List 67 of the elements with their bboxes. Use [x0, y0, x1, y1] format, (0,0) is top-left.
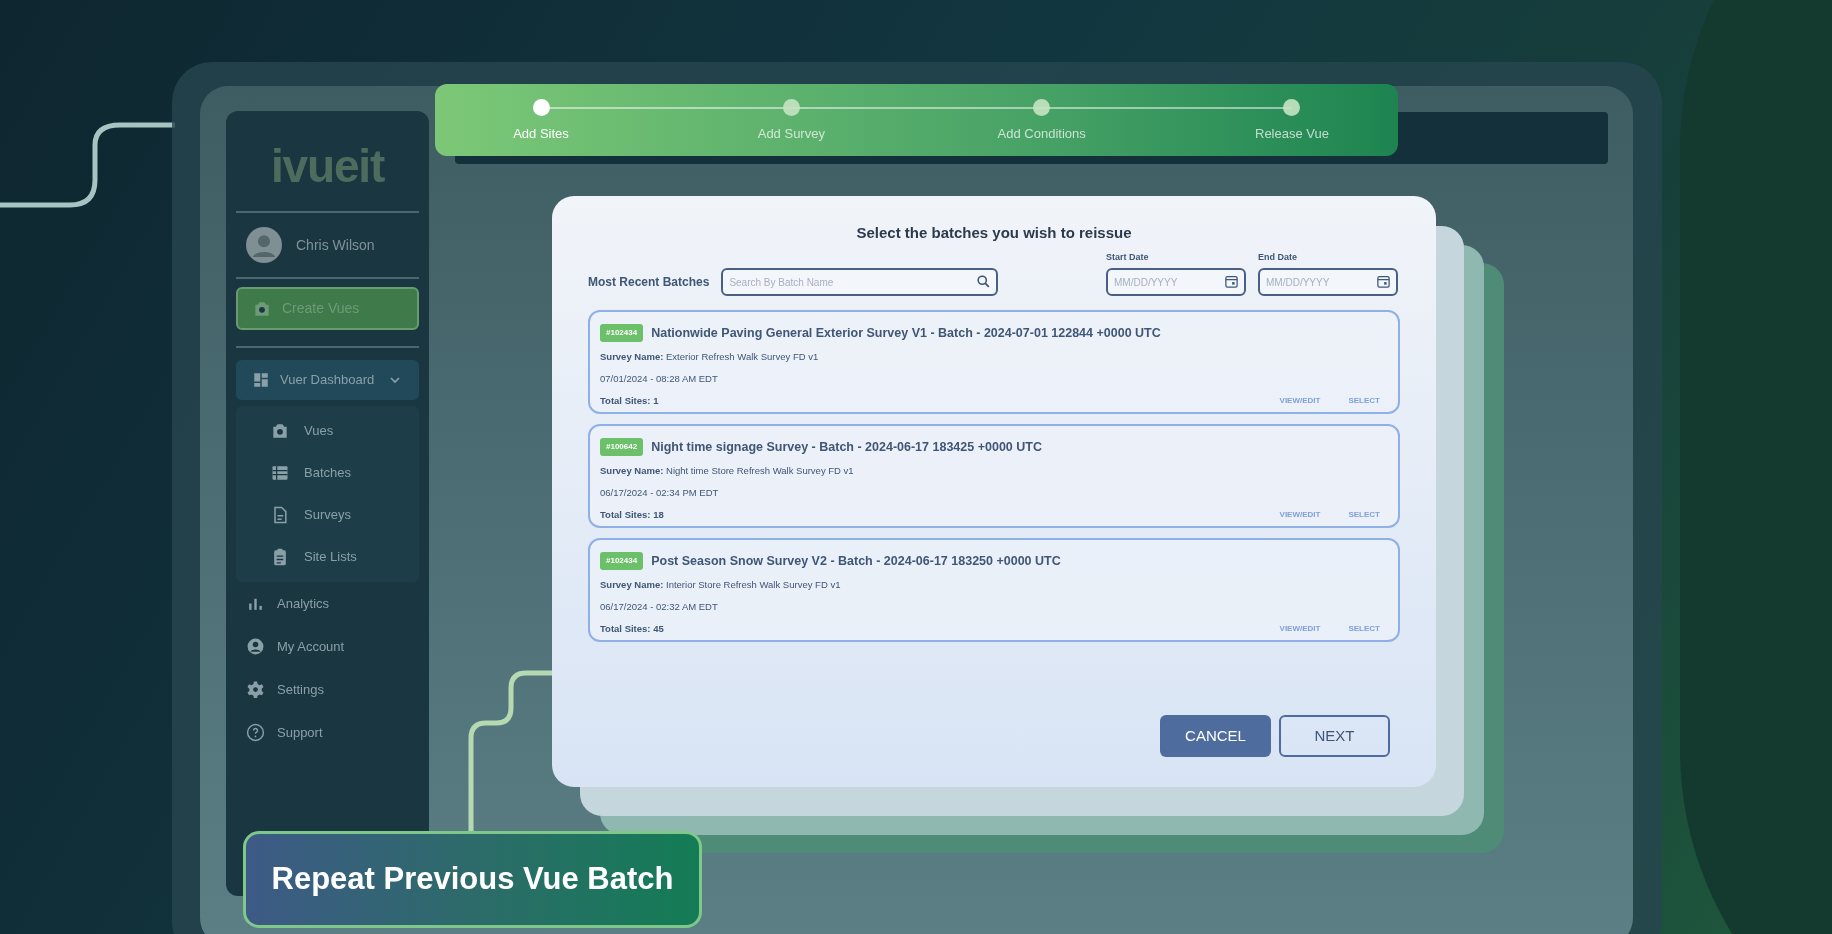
batch-action-link[interactable]: SELECT	[1348, 395, 1380, 408]
search-icon	[976, 274, 992, 289]
batch-action-link[interactable]: VIEW/EDIT	[1279, 395, 1321, 408]
avatar	[246, 227, 282, 263]
nav-label: Batches	[304, 464, 351, 483]
date-field[interactable]: MM/DD/YYYY	[1106, 268, 1246, 296]
batch-id-tag: #100642	[600, 438, 644, 457]
camera-icon	[270, 421, 290, 441]
dashboard-icon	[252, 371, 270, 389]
help-icon	[246, 723, 265, 742]
batch-title: Nationwide Paving General Exterior Survey V1 - Batch - 2024-07-01 122844 +0000 UTC	[651, 325, 1161, 342]
calendar-icon	[1224, 274, 1239, 289]
date-label: Start Date	[1106, 250, 1150, 264]
total-sites: Total Sites: 18	[600, 508, 665, 523]
nav-item[interactable]: Site Lists	[236, 536, 419, 578]
batch-action-link[interactable]: SELECT	[1348, 509, 1380, 522]
step-label: Add Sites	[513, 125, 569, 143]
survey-name: Survey Name: Night time Store Refresh Walk Survey FD v1	[600, 463, 855, 478]
nav-item[interactable]: Vues	[236, 410, 419, 452]
nav-item[interactable]: Support	[236, 711, 419, 754]
nav-label: Vuer Dashboard	[280, 371, 376, 390]
nav-item[interactable]: Vuer Dashboard	[236, 360, 419, 400]
settings-icon	[246, 680, 265, 699]
batch-action-link[interactable]: VIEW/EDIT	[1279, 509, 1321, 522]
account-icon	[246, 637, 265, 656]
survey-name: Survey Name: Interior Store Refresh Walk Survey FD v1	[600, 577, 842, 592]
nav-item[interactable]: Settings	[236, 668, 419, 711]
nav-item[interactable]: Analytics	[236, 582, 419, 625]
batch-title: Post Season Snow Survey V2 - Batch - 2024-06-17 183250 +0000 UTC	[651, 553, 1061, 570]
batch-action-link[interactable]: VIEW/EDIT	[1279, 623, 1321, 636]
nav-label: Surveys	[304, 506, 351, 525]
next-button[interactable]: NEXT	[1279, 715, 1390, 757]
dialog-title: Select the batches you wish to reissue	[855, 223, 1133, 243]
batch-date: 07/01/2024 - 08:28 AM EDT	[600, 372, 719, 386]
batch-date: 06/17/2024 - 02:34 PM EDT	[600, 486, 720, 500]
batch-card[interactable]: #102434 Post Season Snow Survey V2 - Batch - 2024-06-17 183250 +0000 UTC Survey Name: Interior Store Refresh Walk Survey FD v1 06/17/2024 - 02:32 AM EDT Total Sites: 45 VIEW/EDIT SELECT	[588, 538, 1400, 642]
user-name: Chris Wilson	[296, 235, 375, 255]
nav-item[interactable]: Batches	[236, 452, 419, 494]
batch-action-link[interactable]: SELECT	[1348, 623, 1380, 636]
batch-title: Night time signage Survey - Batch - 2024-06-17 183425 +0000 UTC	[651, 439, 1042, 456]
total-sites: Total Sites: 45	[600, 622, 665, 637]
nav-label: Support	[277, 723, 323, 742]
survey-name: Survey Name: Exterior Refresh Walk Survey FD v1	[600, 349, 820, 364]
nav-item[interactable]: My Account	[236, 625, 419, 668]
date-field[interactable]: MM/DD/YYYY	[1258, 268, 1398, 296]
calendar-icon	[1376, 274, 1391, 289]
nav-label: Analytics	[277, 594, 330, 613]
nav-label: My Account	[277, 637, 345, 656]
batch-card[interactable]: #100642 Night time signage Survey - Batch - 2024-06-17 183425 +0000 UTC Survey Name: Night time Store Refresh Walk Survey FD v1 06/17/2024 - 02:34 PM EDT Total Sites: 18 VIEW/EDIT SELECT	[588, 424, 1400, 528]
search-label: Most Recent Batches	[588, 274, 710, 291]
step-label: Add Survey	[757, 125, 825, 143]
search-field[interactable]: Search By Batch Name	[721, 268, 999, 296]
total-sites: Total Sites: 1	[600, 394, 660, 409]
list-icon	[270, 463, 290, 483]
step-label: Add Conditions	[997, 125, 1086, 143]
nav-label: Vues	[304, 422, 334, 441]
batch-card[interactable]: #102434 Nationwide Paving General Exterior Survey V1 - Batch - 2024-07-01 122844 +0000 UTC Survey Name: Exterior Refresh Walk Survey FD v1 07/01/2024 - 08:28 AM EDT Total Sites: 1 VIEW/EDIT SELECT	[588, 310, 1400, 414]
step-label: Release Vue	[1255, 125, 1329, 143]
caption-text: Repeat Previous Vue Batch	[271, 860, 674, 899]
batch-date: 06/17/2024 - 02:32 AM EDT	[600, 600, 719, 614]
nav-item[interactable]: Surveys	[236, 494, 419, 536]
nav-label: Settings	[277, 680, 324, 699]
nav-label: Site Lists	[304, 548, 357, 567]
batch-id-tag: #102434	[600, 324, 644, 343]
batch-id-tag: #102434	[600, 552, 644, 571]
date-label: End Date	[1258, 250, 1298, 264]
cancel-button[interactable]: CANCEL	[1160, 715, 1271, 757]
